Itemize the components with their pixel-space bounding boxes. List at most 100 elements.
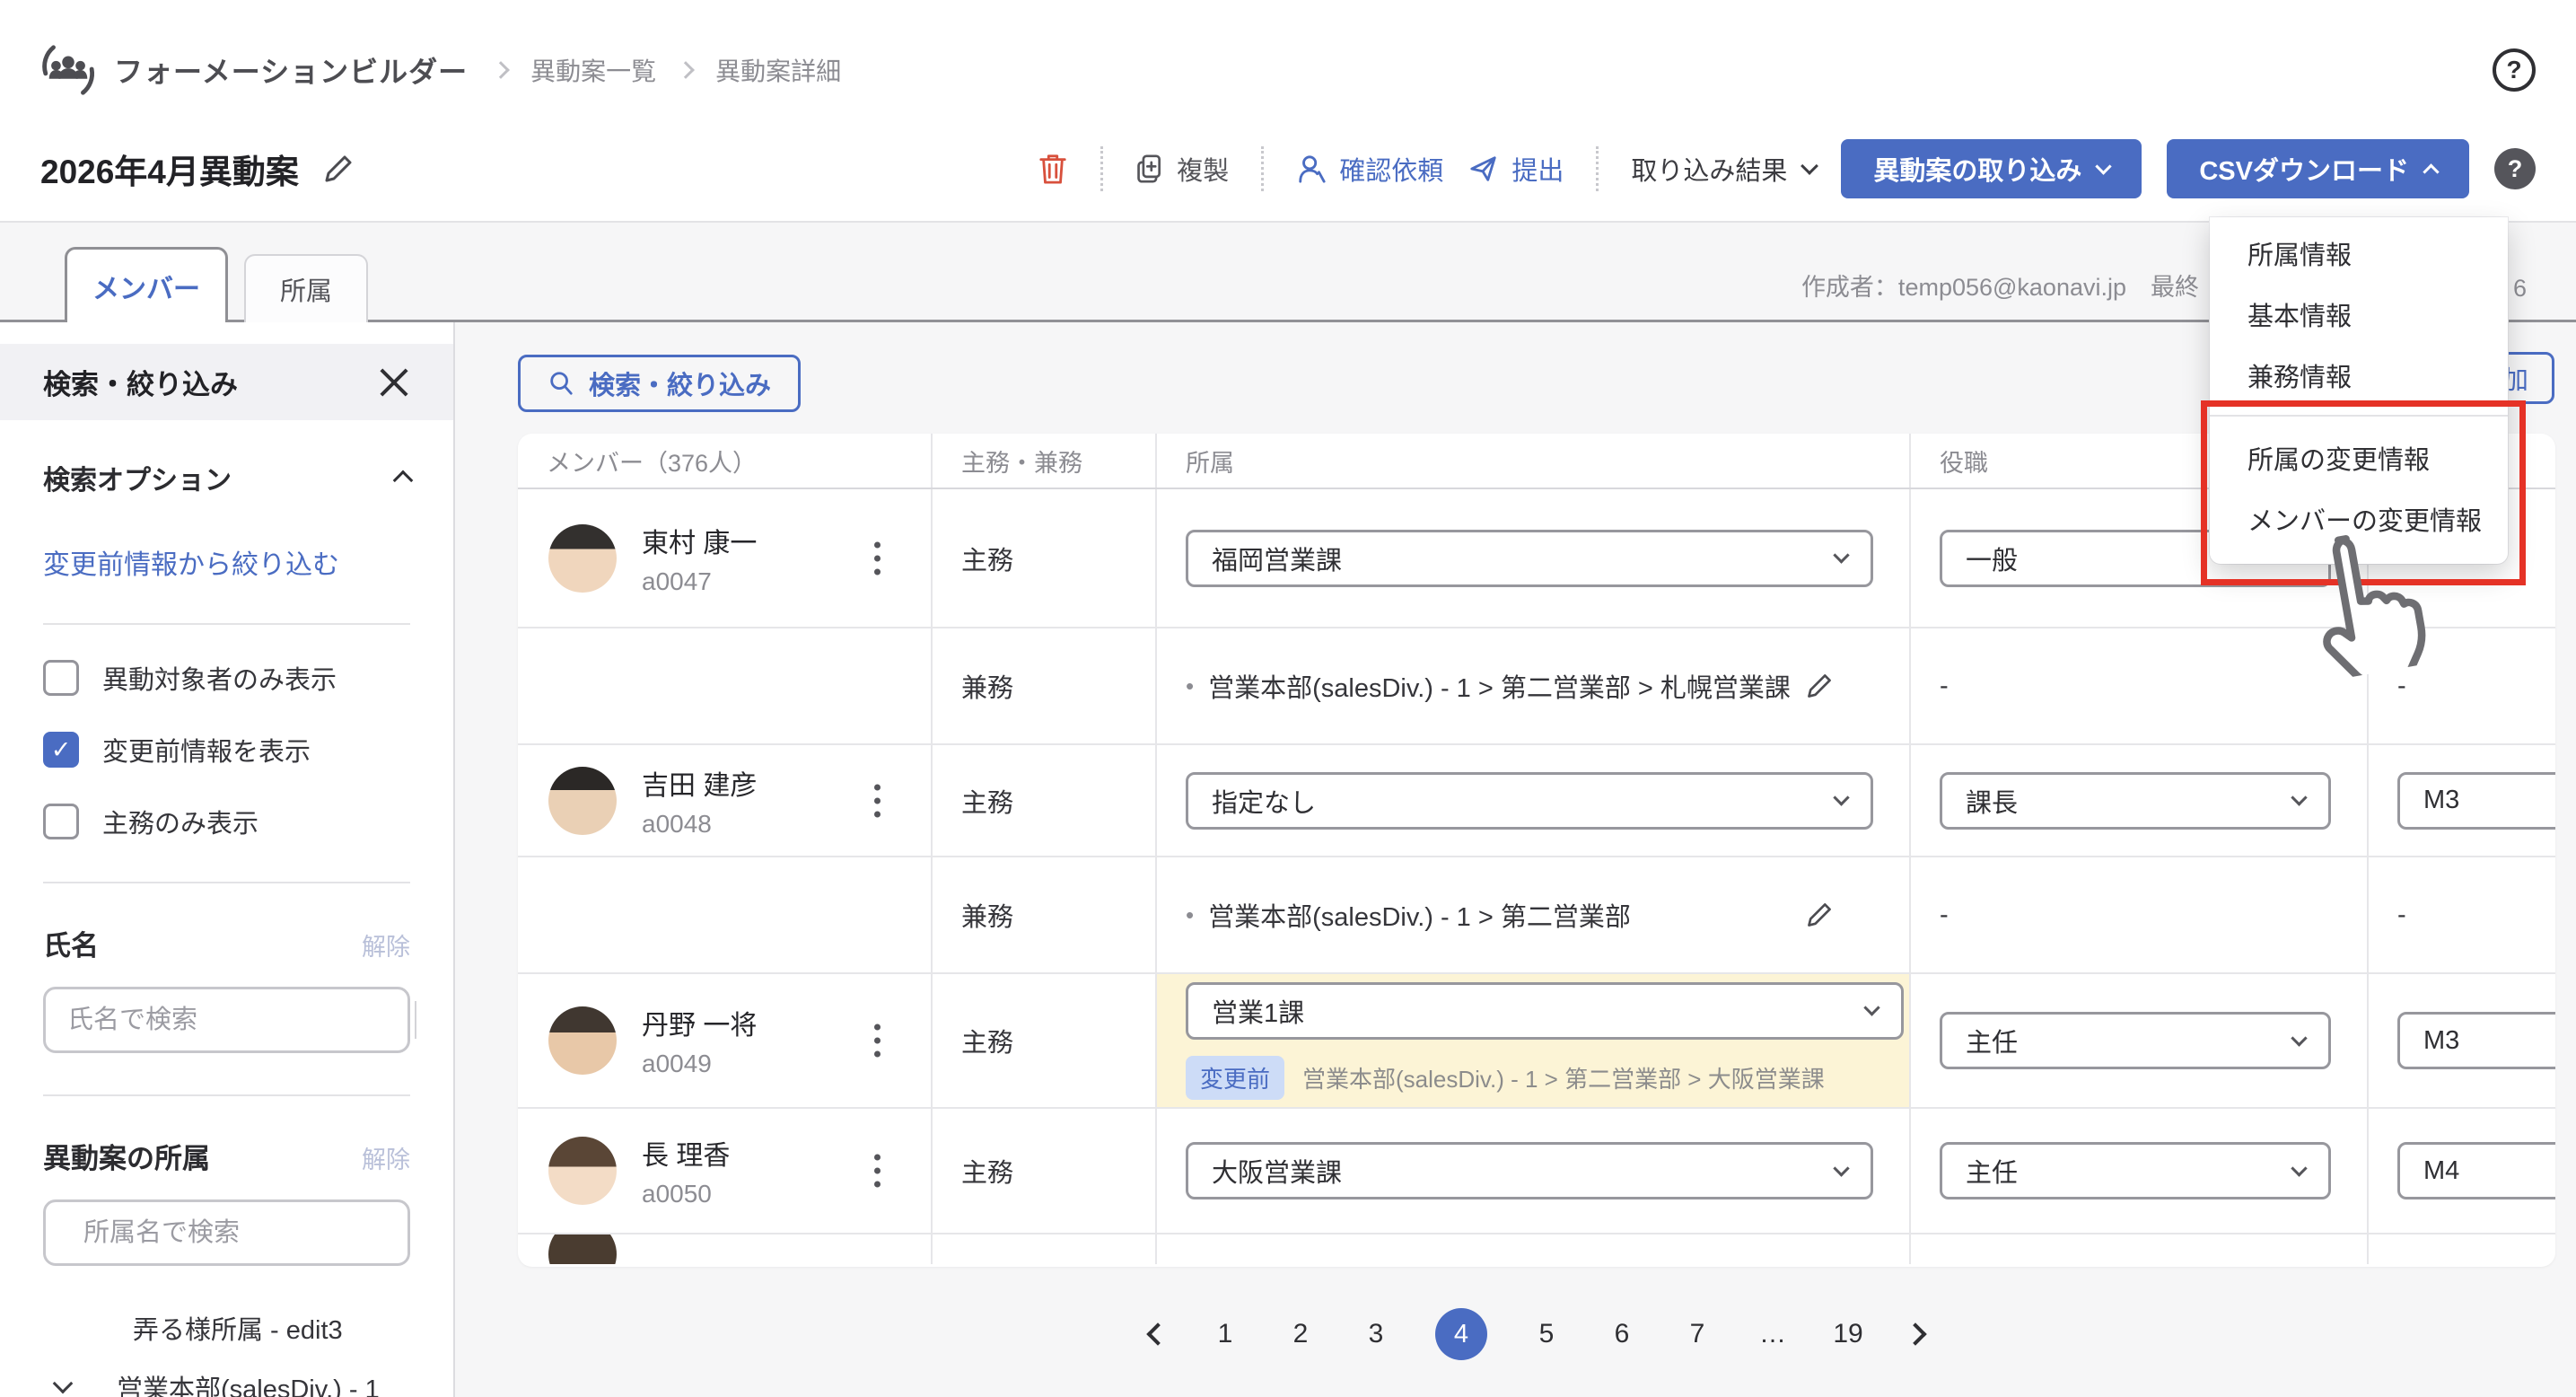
bullet-icon: •: [1186, 901, 1194, 929]
breadcrumb-chevron-icon: [677, 61, 695, 79]
edit-pencil-icon[interactable]: [1805, 672, 1834, 700]
name-filter-clear-link[interactable]: 解除: [362, 927, 410, 962]
checkbox-unchecked-icon[interactable]: [43, 660, 79, 696]
import-result-dropdown[interactable]: 取り込み結果: [1631, 150, 1816, 188]
close-icon[interactable]: [378, 366, 410, 399]
import-plan-button[interactable]: 異動案の取り込み: [1841, 139, 2142, 198]
tab-department[interactable]: 所属: [244, 254, 368, 322]
breadcrumb-item-transfer-list[interactable]: 異動案一覧: [530, 52, 656, 88]
department-select-value: 福岡営業課: [1212, 540, 1342, 577]
page-button[interactable]: 2: [1284, 1319, 1317, 1349]
csv-help-icon[interactable]: ?: [2494, 148, 2536, 189]
dept-search-input[interactable]: [43, 1199, 410, 1266]
plan-title: 2026年4月異動案: [40, 145, 299, 193]
grade-select[interactable]: M3: [2397, 1012, 2555, 1069]
member-name: 吉田 建彦: [642, 763, 757, 803]
checkbox-row-transfer-only[interactable]: 異動対象者のみ表示: [43, 659, 410, 697]
chevron-up-icon: [2423, 163, 2439, 180]
avatar: [548, 1006, 617, 1075]
role-select-value: 一般: [1966, 540, 2018, 577]
csv-download-button[interactable]: CSVダウンロード: [2167, 139, 2469, 198]
tree-item[interactable]: 営業本部(salesDiv.) - 1: [43, 1357, 410, 1397]
row-menu-kebab-icon[interactable]: [874, 541, 881, 575]
chevron-down-icon[interactable]: [53, 1374, 74, 1394]
sidebar-divider: [43, 623, 410, 625]
role-select-value: 主任: [1966, 1152, 2018, 1190]
toolbar-divider: [1596, 146, 1599, 191]
search-icon: [548, 370, 574, 397]
avatar: [548, 1137, 617, 1205]
before-change-path: 営業本部(salesDiv.) - 1 > 第二営業部 > 大阪営業課: [1302, 1061, 1825, 1094]
checkbox-label: 異動対象者のみ表示: [102, 659, 337, 697]
page-help-icon[interactable]: ?: [2493, 48, 2536, 92]
row-menu-kebab-icon[interactable]: [874, 1024, 881, 1058]
role-select[interactable]: 課長: [1940, 772, 2331, 830]
col-header-member: メンバー（376人）: [518, 434, 931, 488]
grade-select[interactable]: M3: [2397, 772, 2555, 830]
checkbox-unchecked-icon[interactable]: [43, 804, 79, 839]
role-select[interactable]: 主任: [1940, 1012, 2331, 1069]
page-button[interactable]: 6: [1606, 1319, 1638, 1349]
row-menu-kebab-icon[interactable]: [874, 1155, 881, 1188]
collapse-chevron-icon[interactable]: [393, 470, 414, 491]
top-bar: フォーメーションビルダー 異動案一覧 異動案詳細 ?: [0, 0, 2576, 117]
next-page-icon[interactable]: [1904, 1322, 1926, 1345]
menu-item-basic-info[interactable]: 基本情報: [2210, 284, 2508, 345]
checkbox-label: 主務のみ表示: [102, 803, 258, 840]
member-cell-empty: [518, 857, 931, 972]
role-select-value: 課長: [1966, 782, 2018, 820]
import-plan-label: 異動案の取り込み: [1873, 150, 2081, 188]
menu-item-concurrent-info[interactable]: 兼務情報: [2210, 345, 2508, 406]
name-search-input[interactable]: [43, 987, 410, 1053]
row-menu-kebab-icon[interactable]: [874, 784, 881, 817]
checkbox-row-main-duty-only[interactable]: 主務のみ表示: [43, 803, 410, 840]
tree-item[interactable]: 弄る様所属 - edit3: [43, 1298, 410, 1357]
search-options-title: 検索オプション: [43, 458, 232, 497]
department-select[interactable]: 福岡営業課: [1186, 530, 1873, 587]
member-name: 丹野 一将: [642, 1003, 757, 1042]
grade-select-value: M3: [2423, 786, 2459, 815]
submit-button[interactable]: 提出: [1468, 150, 1564, 188]
sidebar-divider: [43, 1094, 410, 1096]
table-search-filter-label: 検索・絞り込み: [589, 365, 771, 402]
avatar: [548, 767, 617, 835]
hand-cursor-icon: [2297, 521, 2435, 682]
review-request-button[interactable]: 確認依頼: [1296, 150, 1443, 188]
edit-pencil-icon[interactable]: [1805, 901, 1834, 929]
department-select-value: 指定なし: [1212, 782, 1316, 820]
role-empty: -: [1909, 628, 2367, 743]
department-select[interactable]: 指定なし: [1186, 772, 1873, 830]
table-row: 吉田 建彦 a0048 主務 指定なし 課長: [518, 745, 2555, 857]
checkbox-checked-icon[interactable]: [43, 732, 79, 768]
col-header-department: 所属: [1155, 434, 1909, 488]
search-options-section[interactable]: 検索オプション: [43, 458, 410, 497]
page-button[interactable]: 3: [1360, 1319, 1392, 1349]
duplicate-label: 複製: [1177, 150, 1229, 188]
delete-trash-icon[interactable]: [1038, 152, 1068, 186]
page-button[interactable]: 19: [1832, 1319, 1864, 1349]
department-select[interactable]: 営業1課: [1186, 982, 1904, 1040]
menu-item-dept-info[interactable]: 所属情報: [2210, 223, 2508, 284]
dept-search-field[interactable]: [83, 1218, 422, 1248]
grade-select-value: M3: [2423, 1026, 2459, 1056]
dept-filter-clear-link[interactable]: 解除: [362, 1140, 410, 1175]
page-button[interactable]: 1: [1209, 1319, 1241, 1349]
duplicate-button[interactable]: 複製: [1135, 150, 1229, 188]
page-button[interactable]: 5: [1530, 1319, 1563, 1349]
role-select[interactable]: 主任: [1940, 1142, 2331, 1199]
grade-select[interactable]: M4: [2397, 1142, 2555, 1199]
page-button-active[interactable]: 4: [1435, 1308, 1487, 1360]
edit-title-pencil-icon[interactable]: [322, 153, 355, 185]
prev-page-icon[interactable]: [1146, 1322, 1169, 1345]
col-header-duty: 主務・兼務: [931, 434, 1155, 488]
table-search-filter-button[interactable]: 検索・絞り込み: [518, 355, 801, 412]
name-search-field[interactable]: [67, 1006, 406, 1035]
chevron-down-icon: [1863, 999, 1879, 1015]
page-button[interactable]: 7: [1681, 1319, 1713, 1349]
chevron-down-icon: [1833, 1160, 1849, 1176]
checkbox-row-show-before-info[interactable]: 変更前情報を表示: [43, 731, 410, 769]
chevron-down-icon: [1801, 157, 1818, 175]
tab-member[interactable]: メンバー: [65, 247, 228, 322]
filter-by-before-link[interactable]: 変更前情報から絞り込む: [43, 542, 410, 582]
department-select[interactable]: 大阪営業課: [1186, 1142, 1873, 1199]
